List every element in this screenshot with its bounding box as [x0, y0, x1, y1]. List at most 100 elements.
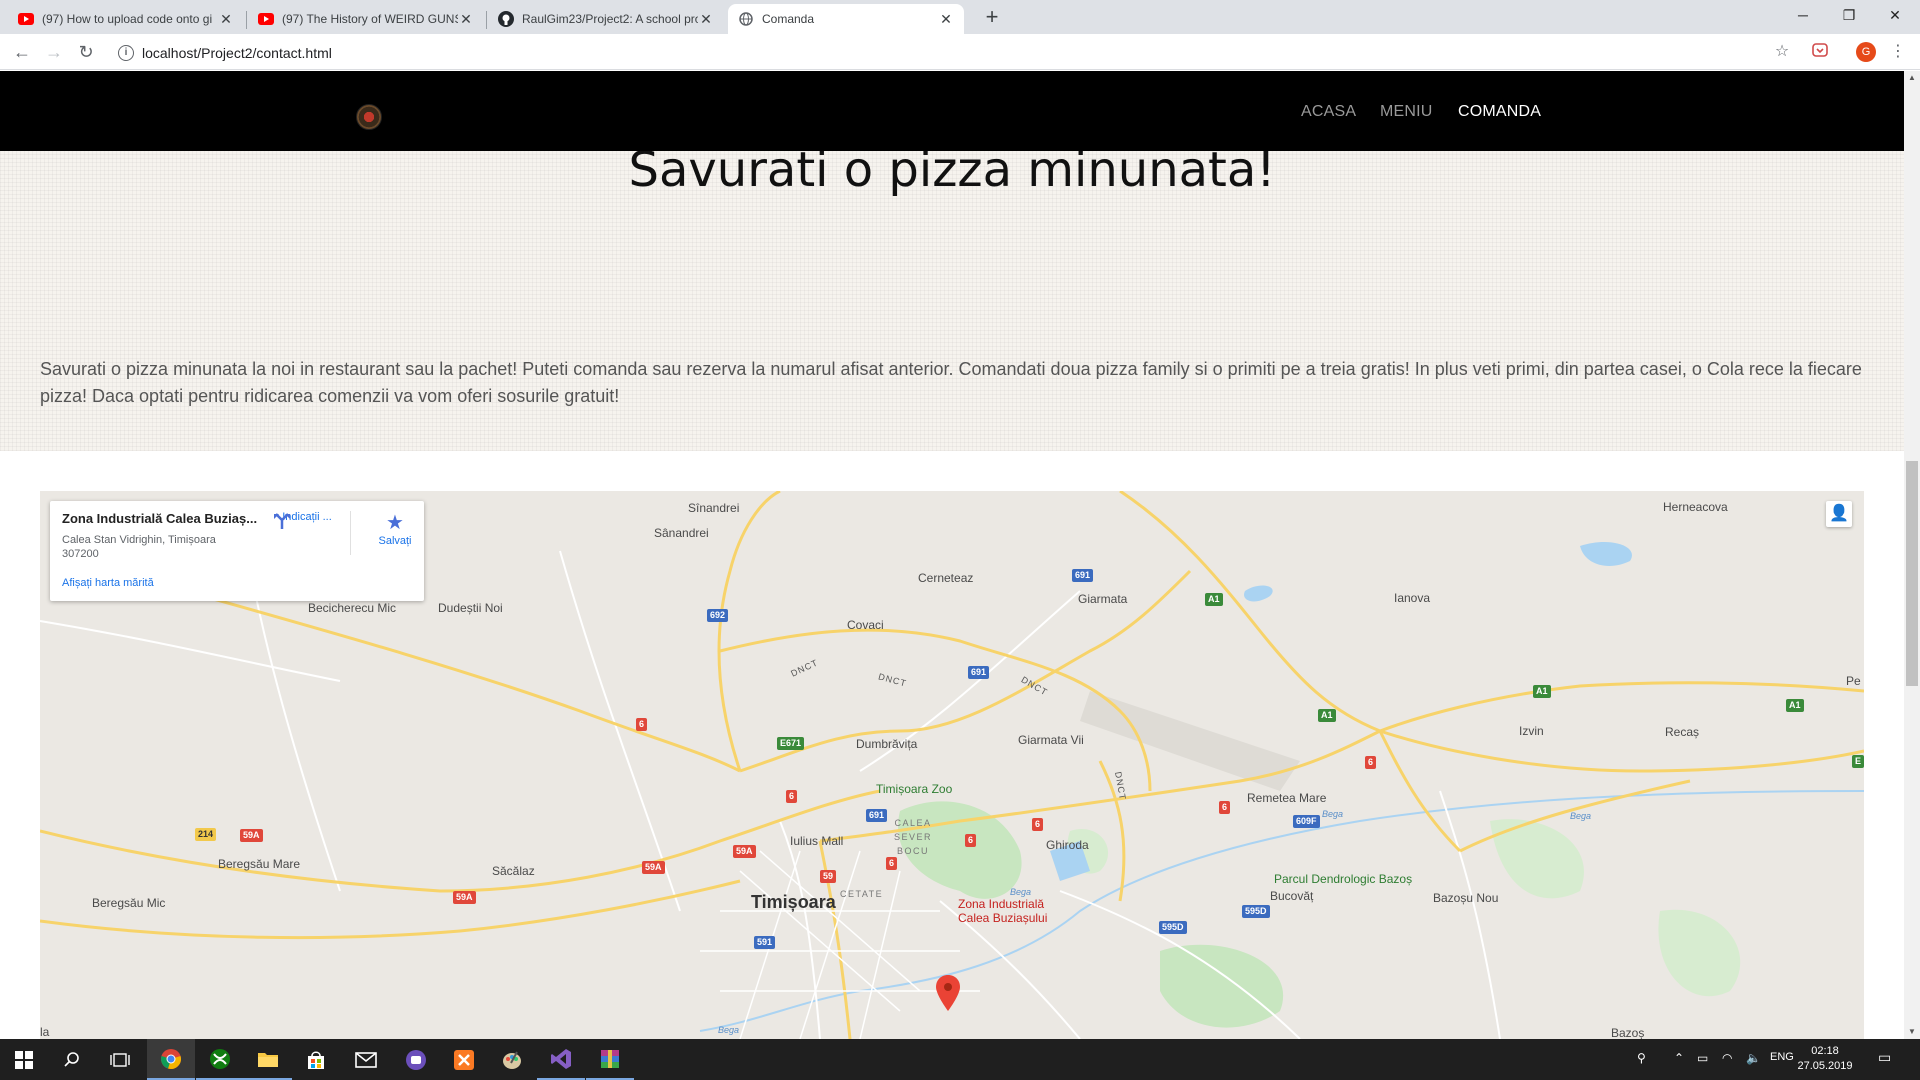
new-tab-button[interactable]: + — [978, 6, 1006, 30]
map-label: Izvin — [1519, 724, 1544, 738]
map-label: Beregsău Mare — [218, 857, 301, 871]
map-river-label: Bega — [718, 1025, 740, 1035]
tab-comanda[interactable]: Comanda ✕ — [728, 4, 964, 34]
map-label: Remetea Mare — [1247, 791, 1327, 805]
chrome-icon[interactable] — [147, 1039, 195, 1080]
map-pin-label: Zona Industrială Calea Buziașului — [958, 897, 1048, 925]
map-label: Bazoșu Nou — [1433, 891, 1499, 905]
map-label-city: Timișoara — [751, 892, 836, 912]
road-shield: 59 — [820, 870, 837, 883]
notifications-icon[interactable]: ▭ — [1878, 1049, 1891, 1066]
tab-youtube-upload[interactable]: (97) How to upload code onto gi ✕ — [8, 4, 244, 34]
map-label: Pe — [1846, 674, 1861, 688]
volume-icon[interactable]: 🔈 — [1746, 1051, 1761, 1065]
browser-toolbar: ← → ↻ i localhost/Project2/contact.html … — [0, 34, 1920, 70]
bookmark-star-icon[interactable]: ☆ — [1772, 42, 1792, 62]
road-shield: A1 — [1318, 709, 1336, 722]
map-place-address: Calea Stan Vidrighin, Timișoara 307200 — [62, 534, 216, 560]
road-shield: 6 — [786, 790, 798, 803]
tab-github-project2[interactable]: RaulGim23/Project2: A school pro ✕ — [488, 4, 724, 34]
map-label: Bazoș — [1611, 1026, 1645, 1039]
star-icon: ★ — [386, 512, 404, 534]
clock-time: 02:18 — [1811, 1045, 1839, 1057]
address-bar[interactable]: i localhost/Project2/contact.html — [110, 39, 1790, 67]
map-place-card: Zona Industrială Calea Buziaș... Calea S… — [50, 501, 424, 601]
google-map[interactable]: Zona Industrială Calea Buziaș... Calea S… — [40, 491, 1864, 1039]
close-icon[interactable]: ✕ — [218, 11, 234, 28]
xbox-app-icon[interactable] — [196, 1039, 244, 1080]
window-close-button[interactable]: ✕ — [1872, 0, 1918, 30]
larger-map-link[interactable]: Afișați harta mărită — [62, 577, 154, 589]
reload-icon[interactable]: ↻ — [74, 41, 98, 65]
winrar-icon[interactable] — [586, 1039, 634, 1080]
minimize-button[interactable]: ─ — [1780, 0, 1826, 30]
directions-button[interactable]: Indicații ... — [272, 511, 342, 529]
github-icon — [498, 11, 514, 27]
map-label: Dudeștii Noi — [438, 601, 503, 615]
road-shield: 691 — [866, 809, 888, 822]
system-clock[interactable]: 02:18 27.05.2019 — [1790, 1044, 1860, 1074]
profile-avatar[interactable]: G — [1856, 42, 1876, 62]
close-icon[interactable]: ✕ — [938, 11, 954, 28]
map-label: CALEA SEVER BOCU — [893, 818, 932, 856]
windows-start-icon[interactable] — [0, 1039, 48, 1080]
info-icon[interactable]: i — [118, 45, 134, 61]
nav-link-comanda[interactable]: COMANDA — [1458, 103, 1541, 121]
tab-youtube-weird-guns[interactable]: (97) The History of WEIRD GUNS ✕ — [248, 4, 484, 34]
map-label: CETATE — [840, 889, 884, 899]
map-label: Recaș — [1665, 725, 1700, 739]
battery-icon[interactable]: ▭ — [1697, 1051, 1708, 1065]
map-label: Giarmata — [1078, 592, 1128, 606]
mail-icon[interactable] — [342, 1039, 390, 1080]
pizza-logo[interactable] — [356, 104, 382, 130]
store-icon[interactable] — [292, 1039, 340, 1080]
scrollbar-thumb[interactable] — [1906, 461, 1918, 686]
road-shield: 214 — [195, 828, 217, 841]
show-hidden-icons-icon[interactable]: ⌃ — [1674, 1051, 1684, 1065]
forward-icon[interactable]: → — [42, 41, 66, 65]
street-view-pegman-icon[interactable]: 👤 — [1826, 501, 1852, 527]
map-label: la — [40, 1025, 50, 1039]
hero-title: Savurati o pizza minunata! — [628, 142, 1276, 198]
menu-dots-icon[interactable]: ⋮ — [1888, 42, 1908, 62]
maximize-button[interactable]: ❐ — [1826, 0, 1872, 30]
map-river-label: Bega — [1570, 811, 1592, 821]
map-label: Ianova — [1394, 591, 1431, 605]
pocket-extension-icon[interactable] — [1810, 42, 1830, 62]
map-label: Sânandrei — [654, 526, 709, 540]
visual-studio-icon[interactable] — [537, 1039, 585, 1080]
tab-title: (97) How to upload code onto gi — [42, 12, 213, 26]
file-explorer-icon[interactable] — [244, 1039, 292, 1080]
map-river-label: Bega — [1010, 887, 1032, 897]
save-place-button[interactable]: ★ Salvați — [360, 511, 430, 547]
back-icon[interactable]: ← — [10, 41, 34, 65]
task-view-icon[interactable] — [96, 1039, 144, 1080]
wifi-icon[interactable]: ◠ — [1722, 1051, 1732, 1065]
scroll-down-arrow-icon[interactable]: ▼ — [1904, 1025, 1920, 1039]
search-icon[interactable] — [48, 1039, 96, 1080]
scroll-up-arrow-icon[interactable]: ▲ — [1904, 71, 1920, 85]
road-shield: A1 — [1533, 685, 1551, 698]
map-label: Ghiroda — [1046, 838, 1089, 852]
road-shield: 6 — [965, 834, 977, 847]
page-scrollbar[interactable]: ▲ ▼ — [1904, 71, 1920, 1039]
road-shield: 692 — [707, 609, 729, 622]
road-shield: A1 — [1205, 593, 1223, 606]
nav-link-meniu[interactable]: MENIU — [1380, 103, 1433, 121]
paint-icon[interactable] — [488, 1039, 536, 1080]
media-app-icon[interactable] — [392, 1039, 440, 1080]
road-shield: E — [1852, 755, 1864, 768]
hero-section: Savurati o pizza minunata! Savurati o pi… — [0, 146, 1904, 451]
close-icon[interactable]: ✕ — [698, 11, 714, 28]
map-label: Dumbrăvița — [856, 737, 918, 751]
road-shield: 591 — [754, 936, 776, 949]
road-shield: 595D — [1159, 921, 1187, 934]
people-icon[interactable]: ⚲ — [1637, 1051, 1646, 1065]
xampp-icon[interactable] — [440, 1039, 488, 1080]
map-label: Sînandrei — [688, 501, 740, 515]
nav-link-acasa[interactable]: ACASA — [1301, 103, 1356, 121]
road-shield: 59A — [453, 891, 476, 904]
windows-taskbar: ⚲ ⌃ ▭ ◠ 🔈 ENG 02:18 27.05.2019 ▭ — [0, 1039, 1920, 1080]
map-label: Iulius Mall — [790, 834, 844, 848]
close-icon[interactable]: ✕ — [458, 11, 474, 28]
